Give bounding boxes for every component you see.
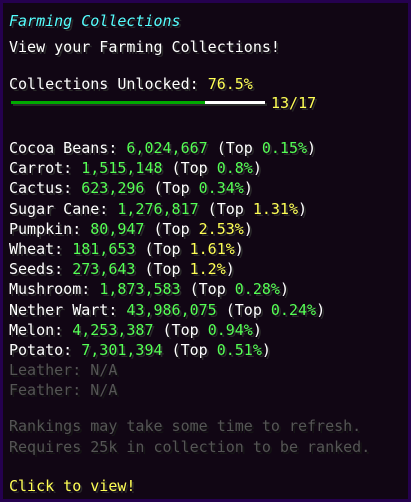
collection-value-unavailable: N/A — [90, 361, 118, 379]
collection-amount: 181,653 — [72, 240, 136, 258]
collection-row: Wheat: 181,653 (Top 1.61%) — [9, 239, 244, 259]
click-to-view-prompt[interactable]: Click to view! — [9, 476, 135, 496]
collection-rank-prefix: (Top — [135, 240, 190, 258]
collection-rank: 0.34% — [198, 179, 244, 197]
ranking-note-requirement: Requires 25k in collection to be ranked. — [9, 438, 371, 456]
collection-rank: 0.28% — [234, 280, 280, 298]
collection-rank-prefix: (Top — [153, 321, 208, 339]
collection-rank: 1.31% — [252, 200, 298, 218]
collection-row: Potato: 7,301,394 (Top 0.51%) — [9, 340, 271, 360]
collection-row: Carrot: 1,515,148 (Top 0.8%) — [9, 158, 262, 178]
collection-rank-prefix: (Top — [162, 341, 217, 359]
collection-row: Nether Wart: 43,986,075 (Top 0.24%) — [9, 300, 325, 320]
collection-name: Leather: — [9, 361, 91, 379]
collection-row-locked: Feather: N/A — [9, 380, 117, 400]
collection-row: Cactus: 623,296 (Top 0.34%) — [9, 178, 253, 198]
collection-rank-prefix: (Top — [144, 179, 199, 197]
collection-amount: 43,986,075 — [126, 301, 217, 319]
collections-progress: 13/17 — [9, 93, 404, 113]
collection-name: Nether Wart: — [9, 301, 127, 319]
collection-amount: 80,947 — [90, 220, 145, 238]
collection-name: Feather: — [9, 381, 91, 399]
collection-rank-suffix: ) — [307, 139, 317, 157]
collection-name: Wheat: — [9, 240, 73, 258]
collection-row: Pumpkin: 80,947 (Top 2.53%) — [9, 219, 253, 239]
collection-rank-prefix: (Top — [135, 260, 190, 278]
collection-name: Seeds: — [9, 260, 73, 278]
collection-rank-suffix: ) — [298, 200, 308, 218]
collection-rank-suffix: ) — [252, 321, 262, 339]
progress-bar-fill — [11, 101, 206, 104]
ranking-note-refresh: Rankings may take some time to refresh. — [9, 417, 362, 435]
collection-rank: 0.51% — [216, 341, 262, 359]
collection-row: Seeds: 273,643 (Top 1.2%) — [9, 259, 235, 279]
collections-unlocked-line: Collections Unlocked: 76.5% — [9, 74, 253, 94]
collection-name: Pumpkin: — [9, 220, 91, 238]
collection-rank-suffix: ) — [252, 159, 262, 177]
collection-name: Mushroom: — [9, 280, 100, 298]
tooltip-subtitle: View your Farming Collections! — [9, 38, 280, 56]
collections-unlocked-label: Collections Unlocked: — [9, 75, 208, 93]
collection-rank-suffix: ) — [234, 240, 244, 258]
collection-amount: 623,296 — [81, 179, 145, 197]
collection-rank: 0.94% — [207, 321, 253, 339]
collection-name: Potato: — [9, 341, 82, 359]
collection-rank: 1.61% — [189, 240, 235, 258]
collection-name: Cocoa Beans: — [9, 139, 127, 157]
collection-rank-suffix: ) — [261, 341, 271, 359]
collection-amount: 4,253,387 — [72, 321, 154, 339]
collection-rank-suffix: ) — [243, 179, 253, 197]
collection-row-locked: Leather: N/A — [9, 360, 117, 380]
collection-rank: 1.2% — [189, 260, 226, 278]
collection-amount: 7,301,394 — [81, 341, 163, 359]
collection-rank-suffix: ) — [225, 260, 235, 278]
collection-name: Sugar Cane: — [9, 200, 118, 218]
collection-amount: 1,276,817 — [117, 200, 199, 218]
collection-rank-prefix: (Top — [144, 220, 199, 238]
collection-name: Melon: — [9, 321, 73, 339]
collection-value-unavailable: N/A — [90, 381, 118, 399]
collection-amount: 273,643 — [72, 260, 136, 278]
collections-unlocked-percent: 76.5% — [207, 75, 253, 93]
collection-row: Sugar Cane: 1,276,817 (Top 1.31%) — [9, 199, 307, 219]
collection-rank-prefix: (Top — [207, 139, 262, 157]
progress-bar-track — [11, 101, 265, 104]
collection-rank-suffix: ) — [316, 301, 326, 319]
collection-rank: 0.24% — [270, 301, 317, 319]
collection-name: Carrot: — [9, 159, 82, 177]
collection-rank-prefix: (Top — [180, 280, 235, 298]
collection-rank-suffix: ) — [243, 220, 253, 238]
collection-amount: 6,024,667 — [126, 139, 208, 157]
collection-row: Mushroom: 1,873,583 (Top 0.28%) — [9, 279, 289, 299]
collection-rank-suffix: ) — [279, 280, 289, 298]
progress-count: 13/17 — [271, 94, 317, 112]
collection-amount: 1,873,583 — [99, 280, 181, 298]
tooltip-title: Farming Collections — [9, 12, 181, 30]
collection-amount: 1,515,148 — [81, 159, 163, 177]
collection-row: Melon: 4,253,387 (Top 0.94%) — [9, 320, 262, 340]
collection-rank-prefix: (Top — [162, 159, 217, 177]
collection-rank: 0.8% — [216, 159, 253, 177]
collection-name: Cactus: — [9, 179, 82, 197]
collection-rank-prefix: (Top — [216, 301, 271, 319]
collection-row: Cocoa Beans: 6,024,667 (Top 0.15%) — [9, 138, 316, 158]
collection-rank: 2.53% — [198, 220, 244, 238]
collection-rank-prefix: (Top — [198, 200, 253, 218]
farming-collections-tooltip: Farming Collections View your Farming Co… — [0, 0, 411, 502]
collection-rank: 0.15% — [261, 139, 308, 157]
